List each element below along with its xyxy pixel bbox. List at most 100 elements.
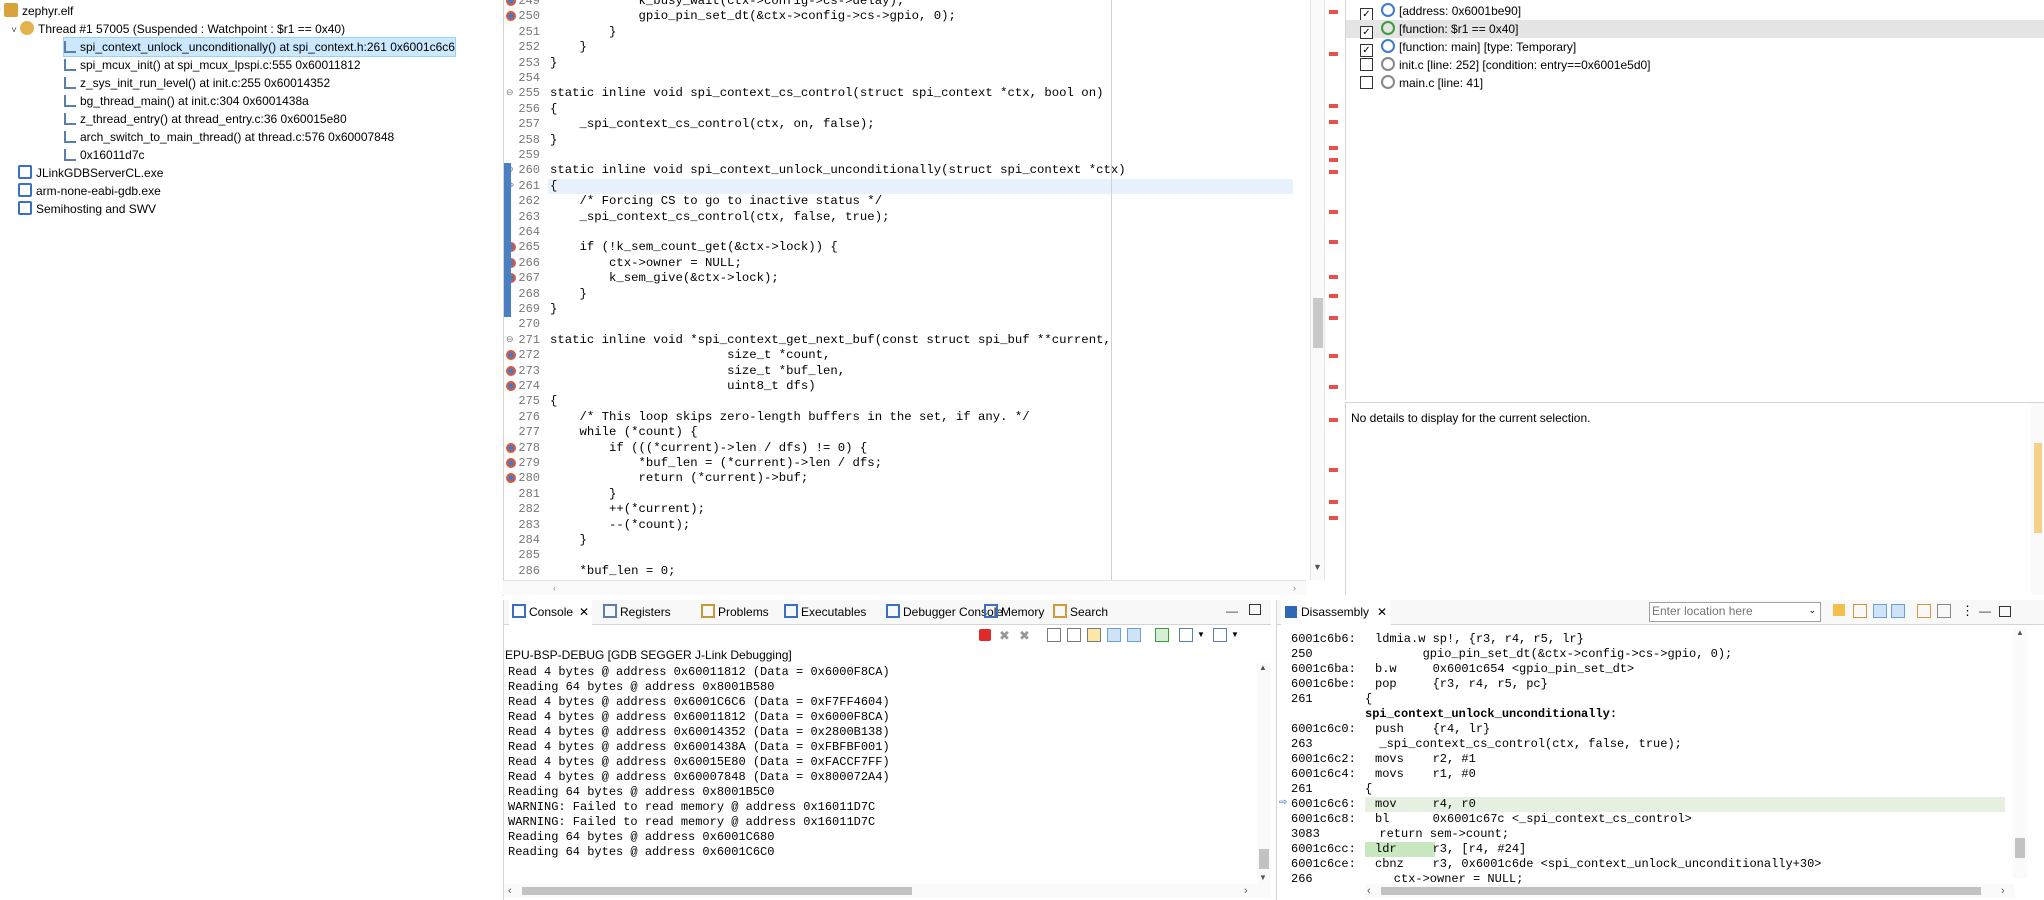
chevron-down-icon[interactable]: ⌄: [1808, 605, 1816, 616]
breakpoint-checkbox[interactable]: [1360, 76, 1373, 89]
fold-icon[interactable]: ⊖: [506, 87, 514, 98]
pin-console-icon[interactable]: [1155, 628, 1169, 642]
stack-frame[interactable]: 0x16011d7c: [64, 146, 145, 164]
location-combo[interactable]: ⌄: [1649, 602, 1821, 622]
location-input[interactable]: [1650, 603, 1794, 619]
stack-frame[interactable]: spi_mcux_init() at spi_mcux_lpspi.c:555 …: [64, 56, 361, 74]
show-stdout-icon[interactable]: [1107, 628, 1121, 642]
breakpoint-item[interactable]: init.c [line: 252] [condition: entry==0x…: [1346, 56, 2044, 74]
scroll-right-arrow[interactable]: ›: [1244, 885, 1248, 897]
editor-scrollbar[interactable]: ▼: [1310, 0, 1325, 580]
stack-frame[interactable]: bg_thread_main() at init.c:304 0x6001438…: [64, 92, 309, 110]
breakpoint-item[interactable]: main.c [line: 41]: [1346, 74, 2044, 92]
annotation-marker[interactable]: [1329, 52, 1338, 56]
home-icon[interactable]: [1853, 604, 1867, 618]
word-wrap-icon[interactable]: [1087, 628, 1101, 642]
editor-scroll-thumb[interactable]: [1313, 298, 1323, 348]
tab-problems[interactable]: Problems: [698, 600, 772, 624]
annotation-marker[interactable]: [1329, 120, 1338, 124]
tab-console[interactable]: Console ✕: [509, 600, 593, 626]
disassembly-scroll-thumb[interactable]: [2015, 838, 2025, 858]
link-icon[interactable]: [1873, 604, 1887, 618]
tab-disassembly[interactable]: Disassembly ✕: [1281, 600, 1392, 626]
remove-all-icon[interactable]: ✖: [1019, 628, 1035, 644]
scroll-up-arrow[interactable]: ▲: [2016, 628, 2024, 637]
details-scroll-thumb[interactable]: [2034, 443, 2042, 533]
annotation-marker[interactable]: [1329, 146, 1338, 150]
show-stderr-icon[interactable]: [1127, 628, 1141, 642]
remove-launch-icon[interactable]: ✖: [999, 628, 1015, 644]
breakpoint-item[interactable]: ✓ [function: main] [type: Temporary]: [1346, 38, 2044, 57]
annotation-marker[interactable]: [1329, 240, 1338, 244]
console-hscroll[interactable]: ‹ ›: [504, 884, 1271, 898]
annotation-marker[interactable]: [1329, 170, 1338, 174]
annotation-marker[interactable]: [1329, 500, 1338, 504]
annotation-marker[interactable]: [1329, 516, 1338, 520]
display-console-icon[interactable]: [1179, 628, 1193, 642]
breakpoint-marker-icon[interactable]: [506, 458, 516, 468]
stack-frame[interactable]: z_sys_init_run_level() at init.c:255 0x6…: [64, 74, 330, 92]
scroll-left-arrow[interactable]: ‹: [1367, 885, 1371, 897]
disassembly-content[interactable]: 6001c6b6: ldmia.w sp!, {r3, r4, r5, lr} 25…: [1277, 628, 2027, 886]
stack-frame[interactable]: z_thread_entry() at thread_entry.c:36 0x…: [64, 110, 347, 128]
console-output[interactable]: Read 4 bytes @ address 0x60011812 (Data …: [504, 665, 1254, 875]
tab-executables[interactable]: Executables: [781, 600, 869, 624]
disassembly-vscroll[interactable]: ▲: [2013, 628, 2027, 878]
tree-item-process[interactable]: arm-none-eabi-gdb.exe: [18, 182, 161, 200]
scroll-right-arrow[interactable]: ›: [1293, 584, 1301, 593]
breakpoint-marker-icon[interactable]: [506, 381, 516, 391]
tree-item-thread[interactable]: ˅ Thread #1 57005 (Suspended : Watchpoint…: [8, 20, 345, 38]
details-scrollbar[interactable]: [2031, 403, 2044, 595]
scroll-left-arrow[interactable]: ‹: [553, 584, 561, 593]
scroll-lock-icon[interactable]: [1067, 628, 1081, 642]
disassembly-hscroll-thumb[interactable]: [1381, 887, 1981, 895]
console-hscroll-thumb[interactable]: [522, 887, 912, 895]
tree-item-elf[interactable]: ˅zephyr.elf: [0, 2, 73, 20]
tree-item-process[interactable]: JLinkGDBServerCL.exe: [18, 164, 163, 182]
source-editor[interactable]: 249 k_busy_wait(ctx->config->cs->delay);…: [503, 0, 1307, 596]
annotation-marker[interactable]: [1329, 10, 1338, 14]
overview-ruler[interactable]: [1324, 0, 1343, 580]
scroll-right-arrow[interactable]: ›: [2001, 885, 2005, 897]
annotation-marker[interactable]: [1329, 385, 1338, 389]
close-icon[interactable]: ✕: [1377, 605, 1387, 619]
console-scroll-thumb[interactable]: [1259, 849, 1269, 869]
annotation-marker[interactable]: [1329, 468, 1338, 472]
breakpoint-checkbox[interactable]: [1360, 58, 1373, 71]
scroll-up-arrow[interactable]: ▲: [1259, 663, 1267, 672]
breakpoint-item[interactable]: ✓ [function: $r1 == 0x40]: [1346, 20, 2044, 39]
chevron-down-icon[interactable]: ▼: [1231, 630, 1247, 646]
expand-twistie-icon[interactable]: ˅: [8, 22, 20, 40]
tab-search[interactable]: Search: [1050, 600, 1111, 624]
annotation-marker[interactable]: [1329, 210, 1338, 214]
close-icon[interactable]: ✕: [579, 605, 589, 619]
breakpoint-marker-icon[interactable]: [506, 442, 516, 453]
scroll-left-arrow[interactable]: ‹: [508, 885, 512, 897]
scroll-down-arrow[interactable]: ▼: [1313, 562, 1323, 572]
sync-icon[interactable]: [1891, 604, 1905, 618]
maximize-icon[interactable]: [1999, 606, 2011, 617]
new-view-icon[interactable]: [1917, 604, 1931, 618]
editor-hscroll[interactable]: ‹ ›: [503, 580, 1306, 595]
scroll-down-arrow[interactable]: ▼: [1259, 873, 1267, 882]
annotation-marker[interactable]: [1329, 354, 1338, 358]
console-vscroll[interactable]: ▲ ▼: [1257, 663, 1271, 885]
stack-frame[interactable]: arch_switch_to_main_thread() at thread.c…: [64, 128, 394, 146]
view-menu-icon[interactable]: ⋮: [1961, 603, 1974, 619]
annotation-marker[interactable]: [1329, 316, 1338, 320]
disassembly-hscroll[interactable]: ‹ ›: [1365, 884, 2015, 898]
breakpoint-marker-icon[interactable]: [506, 365, 516, 376]
annotation-marker[interactable]: [1329, 294, 1338, 298]
breakpoint-item[interactable]: ✓ [address: 0x6001be90]: [1346, 2, 2044, 21]
chevron-down-icon[interactable]: ▼: [1197, 630, 1213, 646]
goto-pc-icon[interactable]: [1833, 604, 1845, 616]
annotation-marker[interactable]: [1329, 275, 1338, 279]
annotation-marker[interactable]: [1329, 418, 1338, 422]
minimize-icon[interactable]: —: [1979, 604, 1991, 618]
annotation-marker[interactable]: [1329, 158, 1338, 162]
maximize-icon[interactable]: [1249, 604, 1261, 615]
pin-icon[interactable]: [1937, 604, 1951, 618]
stack-frame[interactable]: spi_context_unlock_unconditionally() at …: [63, 37, 456, 57]
open-console-icon[interactable]: [1213, 628, 1227, 642]
fold-icon[interactable]: ⊖: [506, 334, 514, 345]
